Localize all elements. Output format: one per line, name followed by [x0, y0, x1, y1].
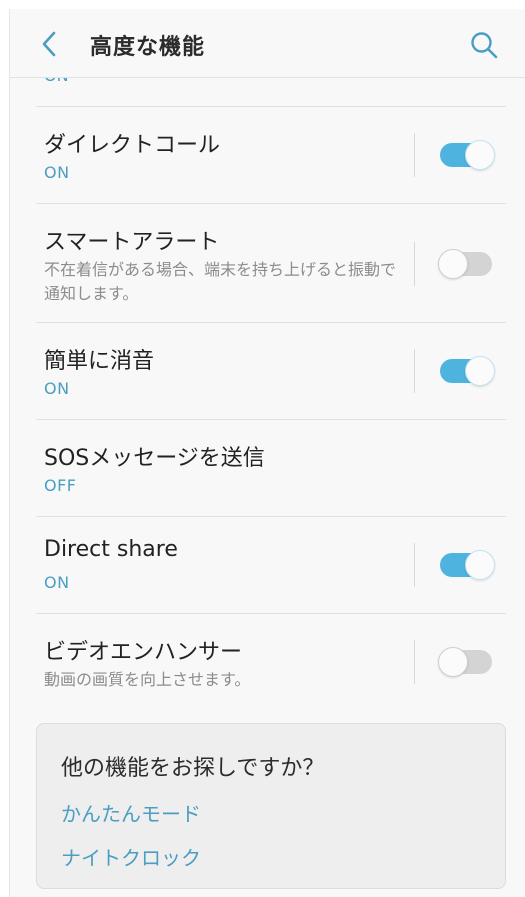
direct-share-toggle[interactable]	[438, 547, 496, 583]
setting-sos-message[interactable]: SOSメッセージを送信 OFF	[10, 420, 525, 516]
toggle-knob	[465, 550, 495, 580]
setting-title: Direct share	[44, 537, 178, 562]
separator	[414, 242, 415, 286]
back-button[interactable]	[32, 27, 66, 61]
setting-status: OFF	[44, 476, 77, 495]
setting-video-enhancer[interactable]: ビデオエンハンサー 動画の画質を向上させます。	[10, 614, 525, 710]
separator	[414, 640, 415, 684]
setting-direct-share[interactable]: Direct share ON	[10, 517, 525, 613]
page-title: 高度な機能	[90, 35, 206, 60]
setting-title: ダイレクトコール	[44, 133, 221, 158]
search-icon	[471, 32, 498, 59]
video-enhancer-toggle[interactable]	[438, 644, 496, 680]
setting-status: ON	[44, 379, 70, 398]
setting-easy-mute[interactable]: 簡単に消音 ON	[10, 323, 525, 419]
app-bar: 高度な機能	[10, 9, 525, 78]
setting-status: ON	[44, 573, 70, 592]
separator	[414, 133, 415, 177]
setting-status: ON	[44, 163, 70, 182]
setting-title: 簡単に消音	[44, 349, 155, 374]
setting-title: SOSメッセージを送信	[44, 446, 265, 471]
setting-title: スマートアラート	[44, 230, 220, 255]
toggle-knob	[465, 140, 495, 170]
separator	[414, 349, 415, 393]
settings-list[interactable]: ON ダイレクトコール ON スマートアラート 不在着信がある場合、端末を持ち上…	[10, 78, 525, 897]
setting-description: 動画の画質を向上させます。	[44, 670, 251, 689]
setting-description: 不在着信がある場合、端末を持ち上げると振動で通知します。	[44, 260, 397, 303]
easy-mute-toggle[interactable]	[438, 353, 496, 389]
toggle-knob	[465, 356, 495, 386]
setting-title: ビデオエンハンサー	[44, 640, 243, 665]
toggle-knob	[438, 647, 468, 677]
link-night-clock[interactable]: ナイトクロック	[61, 842, 201, 871]
setting-direct-call[interactable]: ダイレクトコール ON	[10, 107, 525, 203]
toggle-knob	[438, 249, 468, 279]
chevron-left-icon	[42, 31, 56, 57]
setting-smart-alert[interactable]: スマートアラート 不在着信がある場合、端末を持ち上げると振動で通知します。	[10, 204, 525, 322]
settings-screen: 高度な機能 ON ダイレクトコール ON スマートアラート 不在着信がある場合、…	[9, 9, 525, 897]
direct-call-toggle[interactable]	[438, 137, 496, 173]
search-button[interactable]	[466, 27, 502, 63]
separator	[414, 543, 415, 587]
link-easy-mode[interactable]: かんたんモード	[61, 798, 201, 827]
suggestions-title: 他の機能をお探しですか？	[61, 756, 325, 781]
suggestions-card: 他の機能をお探しですか？ かんたんモード ナイトクロック	[36, 723, 506, 889]
previous-item-status: ON	[44, 78, 69, 85]
smart-alert-toggle[interactable]	[438, 246, 496, 282]
